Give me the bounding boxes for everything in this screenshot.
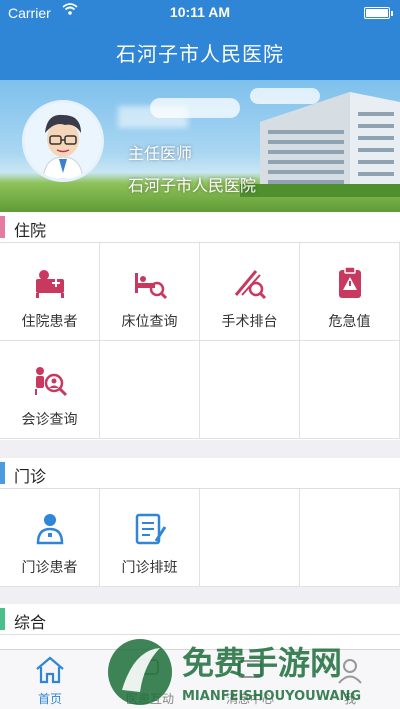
section-general-title: 综合 — [14, 613, 47, 632]
top-bar: Carrier 10:11 AM 石河子市人民医院 — [0, 0, 400, 80]
menu-inpatient-patients[interactable]: 住院患者 — [0, 243, 100, 341]
tab-home[interactable]: 首页 — [0, 650, 100, 709]
status-bar: Carrier 10:11 AM — [0, 0, 400, 26]
empty-cell — [200, 341, 300, 439]
menu-outpatient-schedule[interactable]: 门诊排班 — [100, 489, 200, 587]
home-icon — [36, 656, 64, 684]
avatar[interactable] — [22, 100, 104, 182]
surgery-icon — [234, 270, 267, 300]
inpatient-grid: 住院患者 床位查询 手术排台 危急值 会诊查询 — [0, 242, 400, 440]
doctor-name-blurred — [118, 106, 188, 128]
section-outpatient-header: 门诊 — [0, 458, 400, 488]
outpatient-icon — [36, 514, 64, 545]
bed-search-icon — [135, 273, 168, 300]
outpatient-grid: 门诊患者 门诊排班 — [0, 488, 400, 587]
schedule-icon — [135, 513, 167, 545]
hospital-building-image — [240, 92, 400, 197]
doctor-hospital: 石河子市人民医院 — [128, 176, 257, 195]
empty-cell — [200, 489, 300, 587]
menu-bed-search[interactable]: 床位查询 — [100, 243, 200, 341]
watermark-logo: 免费手游网 MIANFEISHOUYOUWANG — [108, 639, 361, 705]
battery-icon — [364, 7, 390, 19]
critical-value-icon — [339, 266, 361, 298]
consultation-icon — [35, 367, 68, 397]
menu-critical-value[interactable]: 危急值 — [300, 243, 400, 341]
page-title: 石河子市人民医院 — [116, 42, 284, 66]
section-outpatient-title: 门诊 — [14, 467, 47, 486]
svg-text:MIANFEISHOUYOUWANG: MIANFEISHOUYOUWANG — [182, 689, 361, 704]
section-inpatient-header: 住院 — [0, 212, 400, 242]
status-time: 10:11 AM — [169, 4, 231, 20]
profile-banner: 主任医师 石河子市人民医院 — [0, 80, 400, 212]
menu-consultation-search[interactable]: 会诊查询 — [0, 341, 100, 439]
empty-cell — [100, 341, 200, 439]
empty-cell — [300, 341, 400, 439]
menu-surgery-schedule[interactable]: 手术排台 — [200, 243, 300, 341]
empty-cell — [300, 489, 400, 587]
doctor-title: 主任医师 — [128, 144, 193, 163]
svg-text:免费手游网: 免费手游网 — [182, 644, 342, 682]
menu-outpatient-patients[interactable]: 门诊患者 — [0, 489, 100, 587]
inpatient-icon — [36, 270, 64, 298]
section-inpatient-title: 住院 — [14, 221, 47, 240]
